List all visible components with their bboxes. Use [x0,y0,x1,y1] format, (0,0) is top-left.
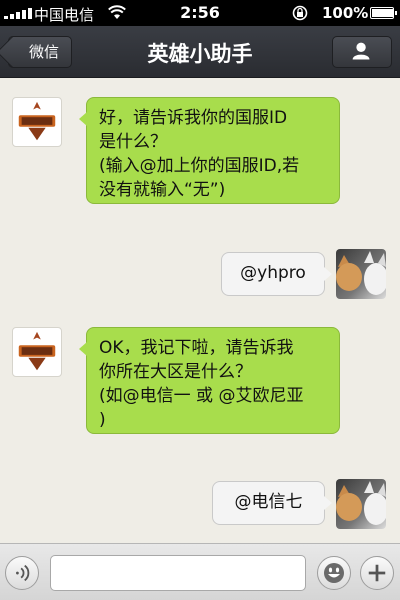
emoji-button[interactable] [317,556,351,590]
hero-logo-icon [18,101,56,141]
my-avatar[interactable] [336,479,386,529]
message-line: 你所在大区是什么？ [99,362,252,382]
message-line: (如@电信一 或 @艾欧尼亚 [99,386,304,406]
message-bubble-3[interactable]: OK，我记下啦，请告诉我 你所在大区是什么？ (如@电信一 或 @艾欧尼亚 ) [79,327,340,434]
battery-fill [372,9,394,17]
nav-bar: 微信 英雄小助手 [0,26,400,78]
more-button[interactable] [360,556,394,590]
battery-percent: 100% [322,4,369,22]
message-line: (输入@加上你的国服ID,若 [99,156,300,176]
plus-icon [368,564,386,582]
message-bubble-4[interactable]: @电信七 [212,481,332,525]
emoji-icon [324,563,344,583]
message-line: @yhpro [240,263,306,283]
message-line: OK，我记下啦，请告诉我 [99,338,294,358]
message-input[interactable] [50,555,306,591]
my-avatar[interactable] [336,249,386,299]
message-line: ) [99,410,106,430]
input-bar [0,543,400,600]
message-line: @电信七 [234,492,303,512]
chat-area[interactable]: 好，请告诉我你的国服ID 是什么？ (输入@加上你的国服ID,若 没有就输入“无… [0,79,400,543]
cat-photo-icon [336,481,386,525]
status-bar: 中国电信 2:56 100% [0,0,400,26]
person-icon [352,42,370,60]
cat-photo-icon [336,251,386,295]
voice-button[interactable] [5,556,39,590]
voice-icon [16,564,30,582]
message-bubble-2[interactable]: @yhpro [221,252,332,296]
message-line: 是什么？ [99,132,167,152]
rotation-lock-icon [292,5,308,21]
battery-icon [370,7,397,19]
profile-button[interactable] [332,36,392,68]
hero-logo-icon [18,331,56,371]
message-line: 没有就输入“无”) [99,180,226,200]
bot-avatar[interactable] [12,97,62,147]
message-bubble-1[interactable]: 好，请告诉我你的国服ID 是什么？ (输入@加上你的国服ID,若 没有就输入“无… [79,97,340,204]
message-line: 好，请告诉我你的国服ID [99,108,288,128]
bot-avatar[interactable] [12,327,62,377]
